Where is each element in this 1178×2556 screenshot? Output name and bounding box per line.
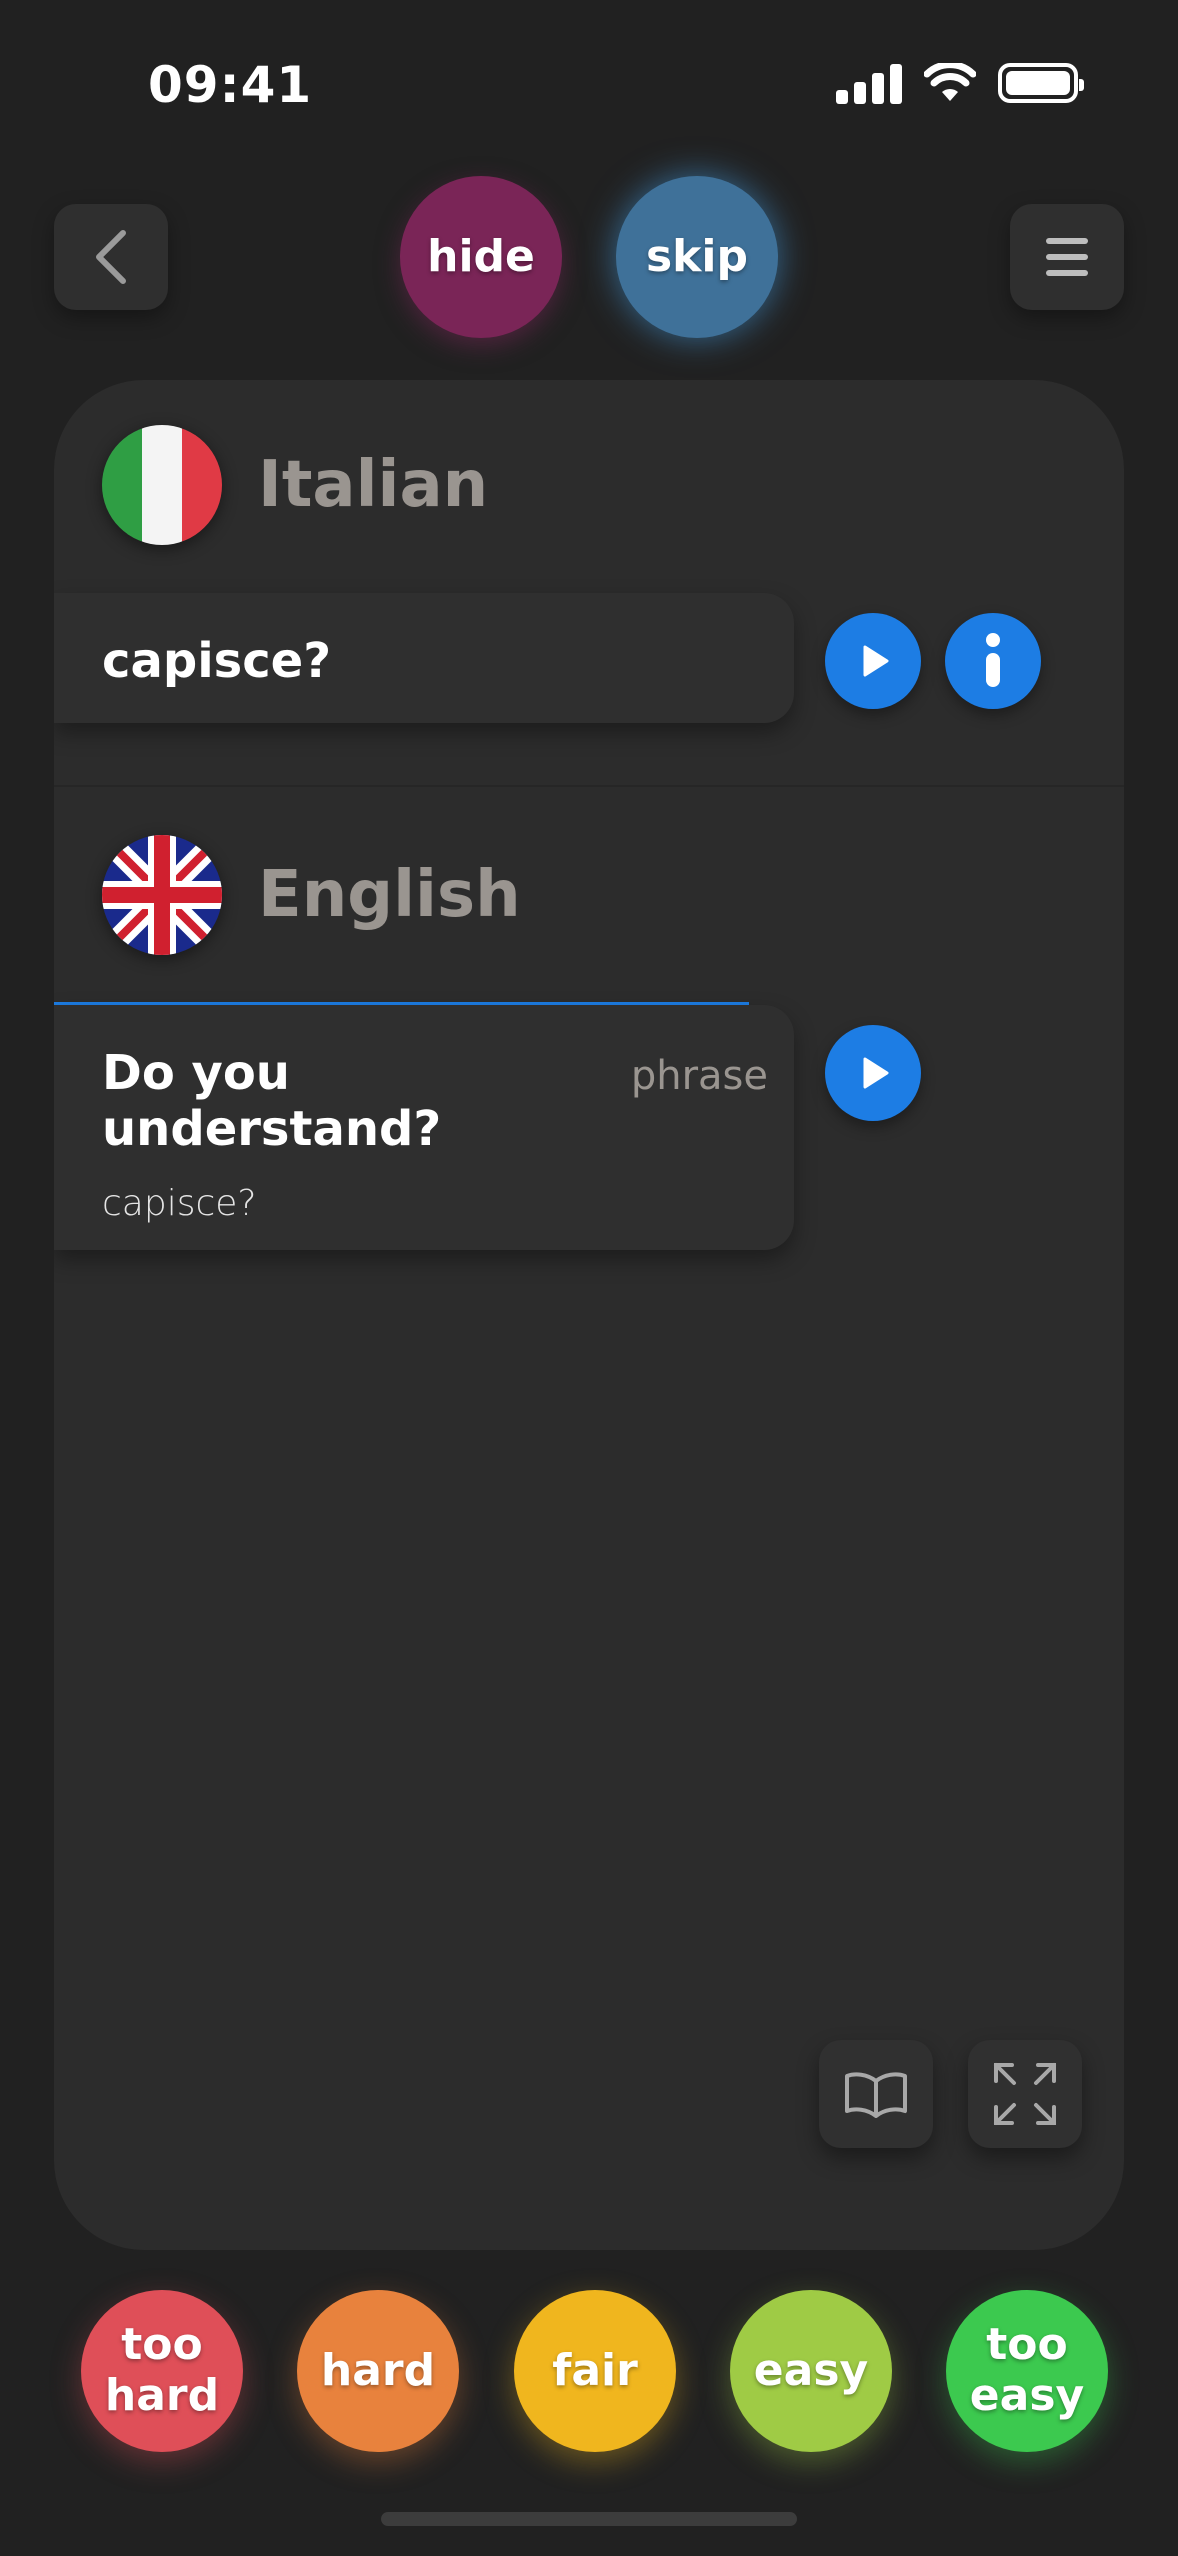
- target-phrase-box: Do you understand? phrase capisce?: [54, 1005, 794, 1250]
- section-divider: [54, 785, 1124, 787]
- info-icon: [986, 633, 1000, 687]
- expand-icon: [994, 2063, 1056, 2125]
- target-language-header: English: [102, 835, 521, 955]
- home-indicator[interactable]: [381, 2512, 797, 2526]
- rate-too-hard-button[interactable]: too hard: [81, 2290, 243, 2452]
- dictionary-button[interactable]: [819, 2040, 933, 2148]
- uk-flag-icon: [102, 835, 222, 955]
- rate-fair-button[interactable]: fair: [514, 2290, 676, 2452]
- source-play-button[interactable]: [825, 613, 921, 709]
- skip-button[interactable]: skip: [616, 176, 778, 338]
- rate-too-easy-button[interactable]: too easy: [946, 2290, 1108, 2452]
- expand-button[interactable]: [968, 2040, 1082, 2148]
- hamburger-icon: [1046, 238, 1088, 276]
- cellular-signal-icon: [836, 62, 902, 104]
- menu-button[interactable]: [1010, 204, 1124, 310]
- source-language-header: Italian: [102, 425, 488, 545]
- back-button[interactable]: [54, 204, 168, 310]
- phrase-type-tag: phrase: [630, 1053, 768, 1099]
- target-phrase-text: Do you understand?: [102, 1045, 442, 1157]
- source-phrase-box: capisce?: [54, 593, 794, 723]
- source-language-name: Italian: [258, 448, 489, 522]
- battery-icon: [998, 63, 1084, 103]
- info-button[interactable]: [945, 613, 1041, 709]
- play-icon: [863, 1057, 889, 1089]
- rate-easy-button[interactable]: easy: [730, 2290, 892, 2452]
- hide-button[interactable]: hide: [400, 176, 562, 338]
- status-time: 09:41: [148, 56, 313, 114]
- flashcard: Italian capisce? English Do you understa…: [54, 380, 1124, 2250]
- target-language-name: English: [258, 858, 521, 932]
- italy-flag-icon: [102, 425, 222, 545]
- wifi-icon: [924, 63, 976, 101]
- chevron-left-icon: [96, 230, 126, 284]
- play-icon: [863, 645, 889, 677]
- book-icon: [845, 2072, 907, 2118]
- status-icons: [836, 62, 1084, 104]
- rate-hard-button[interactable]: hard: [297, 2290, 459, 2452]
- target-phrase-subtitle: capisce?: [102, 1183, 257, 1224]
- target-play-button[interactable]: [825, 1025, 921, 1121]
- source-phrase-text: capisce?: [102, 633, 332, 689]
